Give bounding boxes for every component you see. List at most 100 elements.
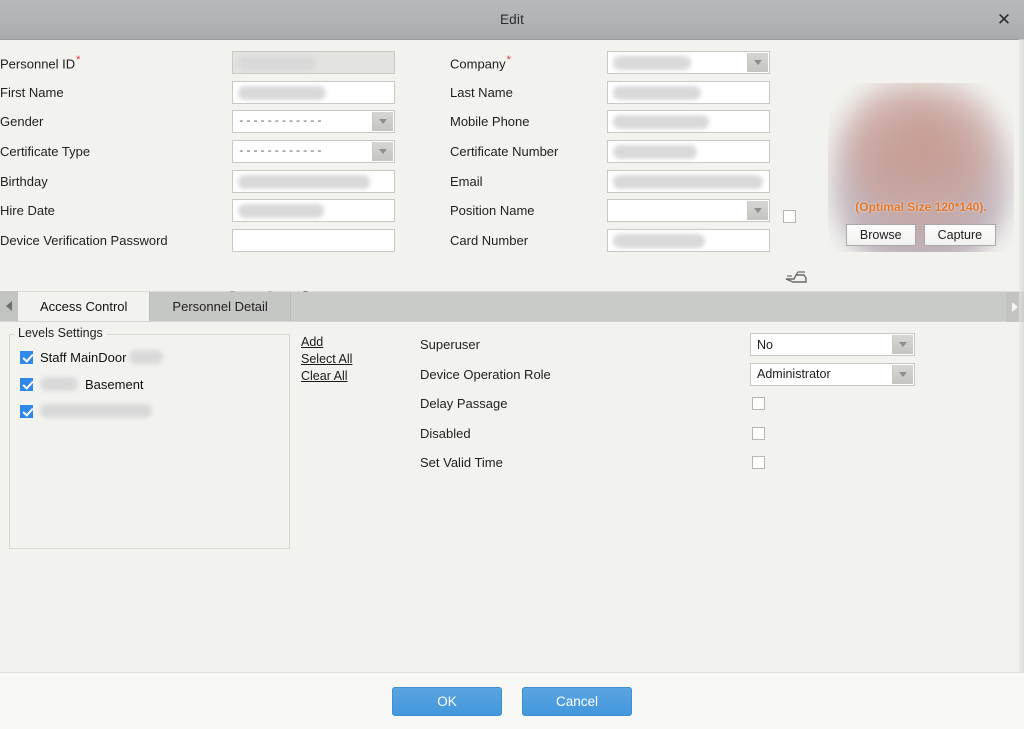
form-row: Device Verification Password: [0, 226, 400, 256]
browse-button[interactable]: Browse: [845, 224, 916, 246]
field-label: Device Verification Password: [0, 232, 168, 248]
checkbox-disabled[interactable]: [752, 426, 765, 440]
option-label: Device Operation Role: [420, 366, 551, 382]
ok-button[interactable]: OK: [392, 686, 502, 716]
link-select-all[interactable]: Select All: [301, 351, 352, 367]
level-item[interactable]: [20, 402, 289, 420]
dialog-footer: OK Cancel: [0, 672, 1024, 729]
input-last-name[interactable]: [607, 80, 770, 104]
redacted-value: [613, 174, 763, 189]
capture-button[interactable]: Capture: [923, 224, 997, 246]
option-row: Disabled: [420, 419, 915, 449]
levels-list: Staff MainDoor Basement: [10, 335, 289, 420]
levels-action-links: Add Select All Clear All: [301, 334, 352, 384]
level-checkbox[interactable]: [20, 350, 33, 364]
chevron-down-icon[interactable]: [372, 112, 393, 132]
checkbox-set-valid-time[interactable]: [752, 456, 765, 470]
input-birthday[interactable]: [232, 169, 395, 193]
field-label: Personnel ID*: [0, 54, 81, 72]
email-checkbox[interactable]: [783, 210, 796, 223]
optimal-size-note: (Optimal Size 120*140).: [855, 200, 987, 214]
tab-list: Access Control Personnel Detail: [18, 292, 291, 321]
required-marker: *: [506, 54, 511, 67]
input-email[interactable]: [607, 169, 770, 193]
option-label: Set Valid Time: [420, 455, 503, 471]
level-item[interactable]: Basement: [20, 375, 289, 393]
select-company[interactable]: [607, 51, 770, 75]
tab-personnel-detail[interactable]: Personnel Detail: [150, 292, 291, 321]
input-device-verification-password[interactable]: [232, 228, 395, 252]
form-row: First Name: [0, 78, 400, 108]
redacted-value: [613, 56, 691, 71]
input-personnel-id[interactable]: [232, 51, 395, 75]
redacted-value: [40, 404, 152, 418]
redacted-value: [40, 377, 78, 391]
field-label: Certificate Number: [450, 144, 559, 160]
levels-settings-legend: Levels Settings: [14, 326, 107, 340]
select-position-name[interactable]: [607, 199, 770, 223]
level-label: Basement: [85, 376, 144, 392]
chevron-left-icon[interactable]: [0, 291, 18, 321]
input-certificate-number[interactable]: [607, 140, 770, 164]
level-checkbox[interactable]: [20, 404, 33, 418]
form-row: Hire Date: [0, 196, 400, 226]
field-label: Position Name: [450, 203, 535, 219]
form-row: Position Name: [450, 196, 770, 226]
option-label: Delay Passage: [420, 396, 508, 412]
form-row: Email: [450, 166, 770, 196]
field-label: Gender: [0, 114, 44, 130]
select-superuser[interactable]: No: [750, 333, 915, 357]
redacted-value: [238, 56, 316, 71]
option-label: Superuser: [420, 337, 480, 353]
field-label: Birthday: [0, 173, 48, 189]
field-value: ------------: [238, 115, 324, 128]
chevron-down-icon[interactable]: [747, 201, 768, 221]
checkbox-delay-passage[interactable]: [752, 397, 765, 411]
level-item[interactable]: Staff MainDoor: [20, 348, 289, 366]
field-label: Email: [450, 173, 483, 189]
photo-buttons: Browse Capture: [828, 224, 1014, 246]
access-control-options: Superuser No Device Operation Role Administ…: [420, 330, 915, 478]
select-gender[interactable]: ------------: [232, 110, 395, 134]
field-label: Hire Date: [0, 203, 55, 219]
form-left-column: Personnel ID* First Name Gender -----------…: [0, 48, 400, 255]
redacted-value: [129, 350, 164, 364]
form-right-column: Company* Last Name Mobile Phone Certificate…: [450, 48, 770, 255]
redacted-value: [238, 85, 326, 100]
input-card-number[interactable]: [607, 228, 770, 252]
input-hire-date[interactable]: [232, 199, 395, 223]
chevron-down-icon[interactable]: [892, 335, 913, 355]
tab-access-control[interactable]: Access Control: [18, 292, 151, 321]
select-device-operation-role[interactable]: Administrator: [750, 362, 915, 386]
level-checkbox[interactable]: [20, 377, 33, 391]
chevron-down-icon[interactable]: [892, 364, 913, 384]
card-swipe-icon[interactable]: [783, 267, 809, 292]
cancel-button[interactable]: Cancel: [522, 686, 632, 716]
form-row: Certificate Number: [450, 137, 770, 167]
input-mobile-phone[interactable]: [607, 110, 770, 134]
select-certificate-type[interactable]: ------------: [232, 140, 395, 164]
chevron-down-icon[interactable]: [747, 53, 768, 73]
option-row: Device Operation Role Administrator: [420, 360, 915, 390]
field-label: Certificate Type: [0, 144, 91, 160]
tab-strip: Access Control Personnel Detail: [0, 291, 1024, 322]
option-label: Disabled: [420, 425, 471, 441]
input-first-name[interactable]: [232, 80, 395, 104]
redacted-value: [613, 85, 701, 100]
link-clear-all[interactable]: Clear All: [301, 368, 352, 384]
vertical-scrollbar[interactable]: [1019, 39, 1024, 673]
option-row: Set Valid Time: [420, 448, 915, 478]
redacted-value: [238, 204, 324, 219]
edit-dialog: Edit ✕ Personnel ID* First Name Gender ----…: [0, 0, 1024, 729]
field-label: Last Name: [450, 84, 513, 100]
form-row: Certificate Type ------------: [0, 137, 400, 167]
form-row: Mobile Phone: [450, 107, 770, 137]
field-label: First Name: [0, 84, 64, 100]
form-row: Company*: [450, 48, 770, 78]
form-row: Personnel ID*: [0, 48, 400, 78]
field-label: Company*: [450, 54, 511, 72]
close-icon[interactable]: ✕: [993, 9, 1015, 31]
chevron-down-icon[interactable]: [372, 142, 393, 162]
link-add[interactable]: Add: [301, 334, 352, 350]
redacted-value: [613, 115, 709, 130]
